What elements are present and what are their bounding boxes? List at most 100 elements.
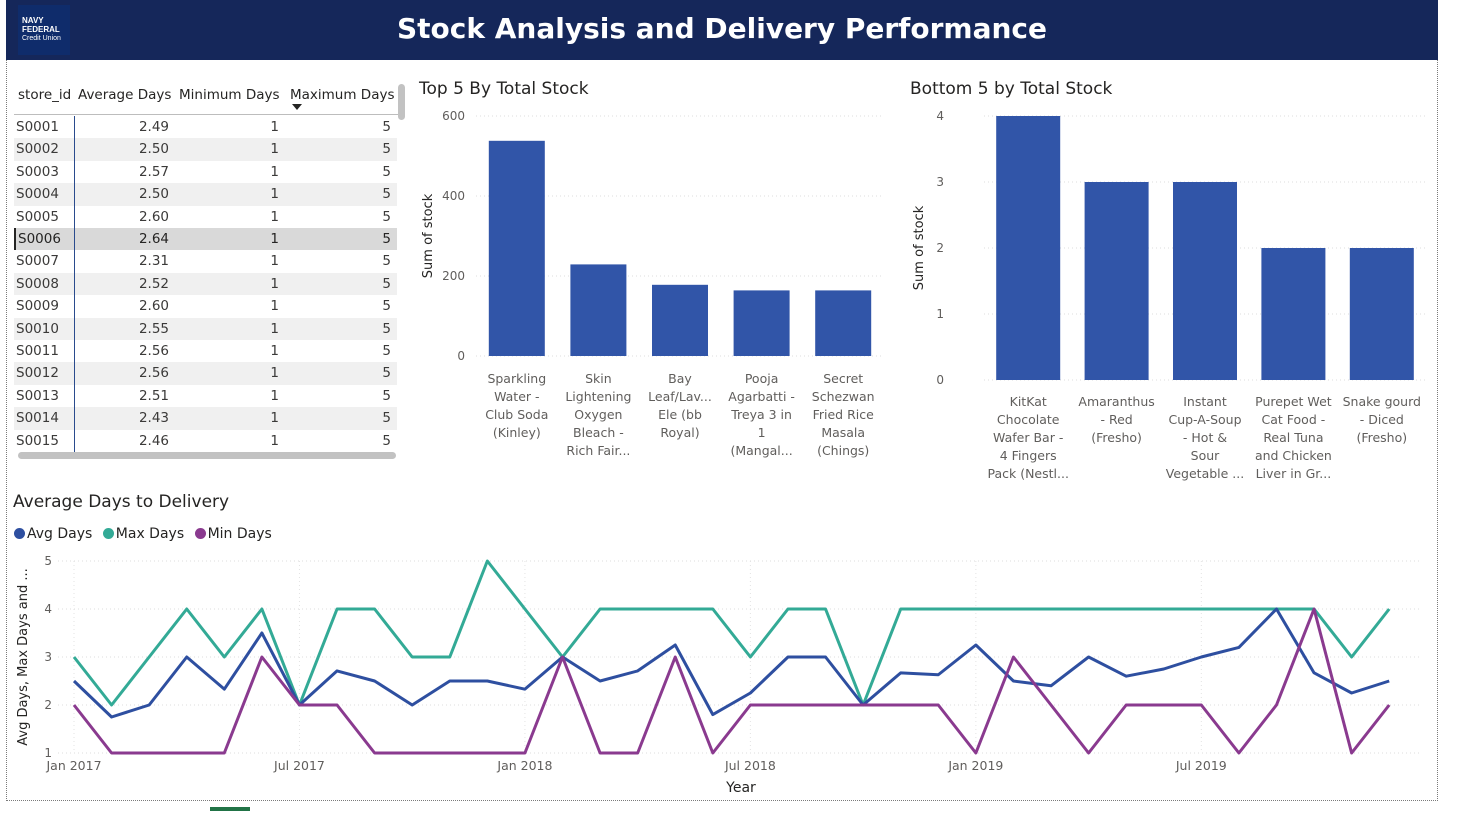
cell-maximum-days: 5: [382, 275, 391, 292]
table-row[interactable]: S0002 2.50 1 5: [14, 138, 397, 161]
table-row[interactable]: S0012 2.56 1 5: [14, 362, 397, 385]
cell-store-id: S0011: [16, 343, 59, 359]
line-chart-title: Average Days to Delivery: [13, 492, 230, 512]
bar[interactable]: [1261, 248, 1326, 380]
cell-minimum-days: 1: [270, 320, 279, 337]
table-row[interactable]: S0013 2.51 1 5: [14, 385, 397, 407]
horizontal-scrollbar[interactable]: [18, 452, 396, 459]
cell-maximum-days: 5: [382, 298, 391, 315]
x-category-label: Snake gourd - Diced (Fresho): [1343, 394, 1421, 445]
cell-maximum-days: 5: [382, 432, 391, 449]
cell-average-days: 2.60: [138, 208, 169, 225]
cell-minimum-days: 1: [270, 343, 279, 359]
bar[interactable]: [733, 290, 790, 356]
x-category-label: Instant Cup-A-Soup - Hot & Sour Vegetable ..…: [1166, 394, 1244, 481]
table-row[interactable]: S0011 2.56 1 5: [14, 340, 397, 362]
legend-item-max-days[interactable]: Max Days: [102, 526, 184, 542]
y-tick-label: 2: [936, 241, 944, 255]
x-tick-label: Jul 2017: [273, 758, 325, 773]
top5-bar-chart[interactable]: 0 200 400 600 Sum of stock Sparkling Water -Cl…: [414, 100, 894, 490]
cell-average-days: 2.46: [138, 432, 169, 449]
y-tick-label: 1: [936, 307, 944, 321]
cell-maximum-days: 5: [382, 119, 391, 135]
cell-store-id: S0010: [16, 320, 59, 337]
cell-minimum-days: 1: [270, 298, 279, 315]
cell-minimum-days: 1: [270, 432, 279, 449]
bar[interactable]: [996, 116, 1061, 380]
cell-average-days: 2.60: [138, 298, 169, 315]
cell-store-id: S0012: [16, 365, 59, 382]
table-row[interactable]: S0008 2.52 1 5: [14, 272, 397, 296]
bar[interactable]: [1084, 182, 1149, 380]
cell-maximum-days: 5: [382, 320, 391, 337]
cell-store-id: S0004: [16, 186, 59, 203]
y-tick-label: 5: [44, 554, 52, 568]
series-line-max-days[interactable]: [72, 559, 1391, 707]
cell-maximum-days: 5: [382, 141, 391, 158]
cell-average-days: 2.43: [138, 410, 169, 427]
y-tick-label: 3: [936, 175, 944, 189]
table-row[interactable]: S0014 2.43 1 5: [14, 407, 397, 430]
column-header-average-days[interactable]: Average Days: [78, 87, 171, 103]
cell-minimum-days: 1: [270, 275, 279, 292]
x-tick-label: Jan 2017: [45, 758, 101, 773]
cell-store-id: S0014: [16, 410, 59, 427]
bar[interactable]: [570, 264, 627, 356]
cell-store-id: S0002: [16, 141, 59, 158]
bottom5-bar-chart[interactable]: 0 1 2 3 4 Sum of stock KitKat Chocolate Wafer Ba…: [906, 100, 1436, 490]
table-row[interactable]: S0006 2.64 1 5: [14, 228, 397, 251]
cell-minimum-days: 1: [270, 208, 279, 225]
table-row[interactable]: S0004 2.50 1 5: [14, 183, 397, 206]
cell-average-days: 2.50: [138, 141, 169, 158]
x-category-label: Sparkling Water -Club Soda (Kinley): [485, 371, 548, 440]
y-axis-title: Avg Days, Max Days and ...: [16, 568, 31, 746]
table-row[interactable]: S0007 2.31 1 5: [14, 250, 397, 272]
table-row[interactable]: S0001 2.49 1 5: [14, 116, 397, 138]
sort-descending-icon[interactable]: [292, 104, 302, 110]
cell-maximum-days: 5: [382, 343, 391, 359]
table-row[interactable]: S0003 2.57 1 5: [14, 161, 397, 183]
vertical-scrollbar[interactable]: [398, 84, 405, 120]
legend-item-min-days[interactable]: Min Days: [194, 526, 272, 542]
store-delivery-table[interactable]: store_id Average Days Minimum Days Maxim…: [14, 80, 406, 462]
cell-store-id: S0013: [16, 387, 59, 404]
cell-minimum-days: 1: [270, 163, 279, 180]
bar[interactable]: [815, 290, 872, 356]
x-tick-label: Jan 2019: [947, 758, 1003, 773]
column-header-maximum-days[interactable]: Maximum Days: [290, 87, 395, 103]
x-category-label: Amaranthus - Red (Fresho): [1078, 394, 1154, 445]
table-row[interactable]: S0005 2.60 1 5: [14, 206, 397, 228]
table-header: store_id Average Days Minimum Days Maxim…: [14, 80, 398, 115]
x-category-label: KitKat Chocolate Wafer Bar -4 Fingers Pack …: [987, 394, 1068, 481]
cell-store-id: S0005: [16, 208, 59, 225]
cell-average-days: 2.56: [138, 365, 169, 382]
table-row[interactable]: S0010 2.55 1 5: [14, 317, 397, 340]
bar[interactable]: [652, 284, 708, 356]
cell-maximum-days: 5: [382, 208, 391, 225]
line-chart-legend: Avg Days Max Days Min Days: [14, 526, 278, 542]
y-tick-label: 3: [44, 650, 52, 664]
cell-minimum-days: 1: [270, 365, 279, 382]
column-header-store-id[interactable]: store_id: [18, 87, 71, 103]
cell-store-id: S0006: [14, 228, 61, 251]
legend-item-avg-days[interactable]: Avg Days: [14, 526, 92, 542]
cell-maximum-days: 5: [382, 186, 391, 203]
table-row[interactable]: S0015 2.46 1 5: [14, 430, 397, 452]
cell-store-id: S0003: [16, 163, 59, 180]
x-category-label: Skin Lightening Oxygen Bleach -Rich Fair...: [565, 371, 631, 458]
bar[interactable]: [1349, 248, 1414, 380]
delivery-line-chart[interactable]: 12345Jan 2017 Jul 2017 Jan 2018 Jul 2018 Jan…: [8, 546, 1433, 798]
legend-marker: [194, 528, 206, 539]
cell-average-days: 2.49: [138, 119, 169, 135]
bar[interactable]: [1173, 182, 1237, 380]
column-header-minimum-days[interactable]: Minimum Days: [179, 87, 280, 103]
bar[interactable]: [488, 140, 545, 356]
series-line-avg-days[interactable]: [72, 607, 1390, 719]
cell-average-days: 2.51: [138, 387, 169, 404]
cell-minimum-days: 1: [270, 186, 279, 203]
cell-average-days: 2.50: [138, 186, 169, 203]
cell-average-days: 2.52: [138, 275, 169, 292]
table-row[interactable]: S0009 2.60 1 5: [14, 295, 397, 317]
page-tab-indicator[interactable]: [210, 807, 250, 811]
cell-store-id: S0009: [16, 298, 59, 315]
